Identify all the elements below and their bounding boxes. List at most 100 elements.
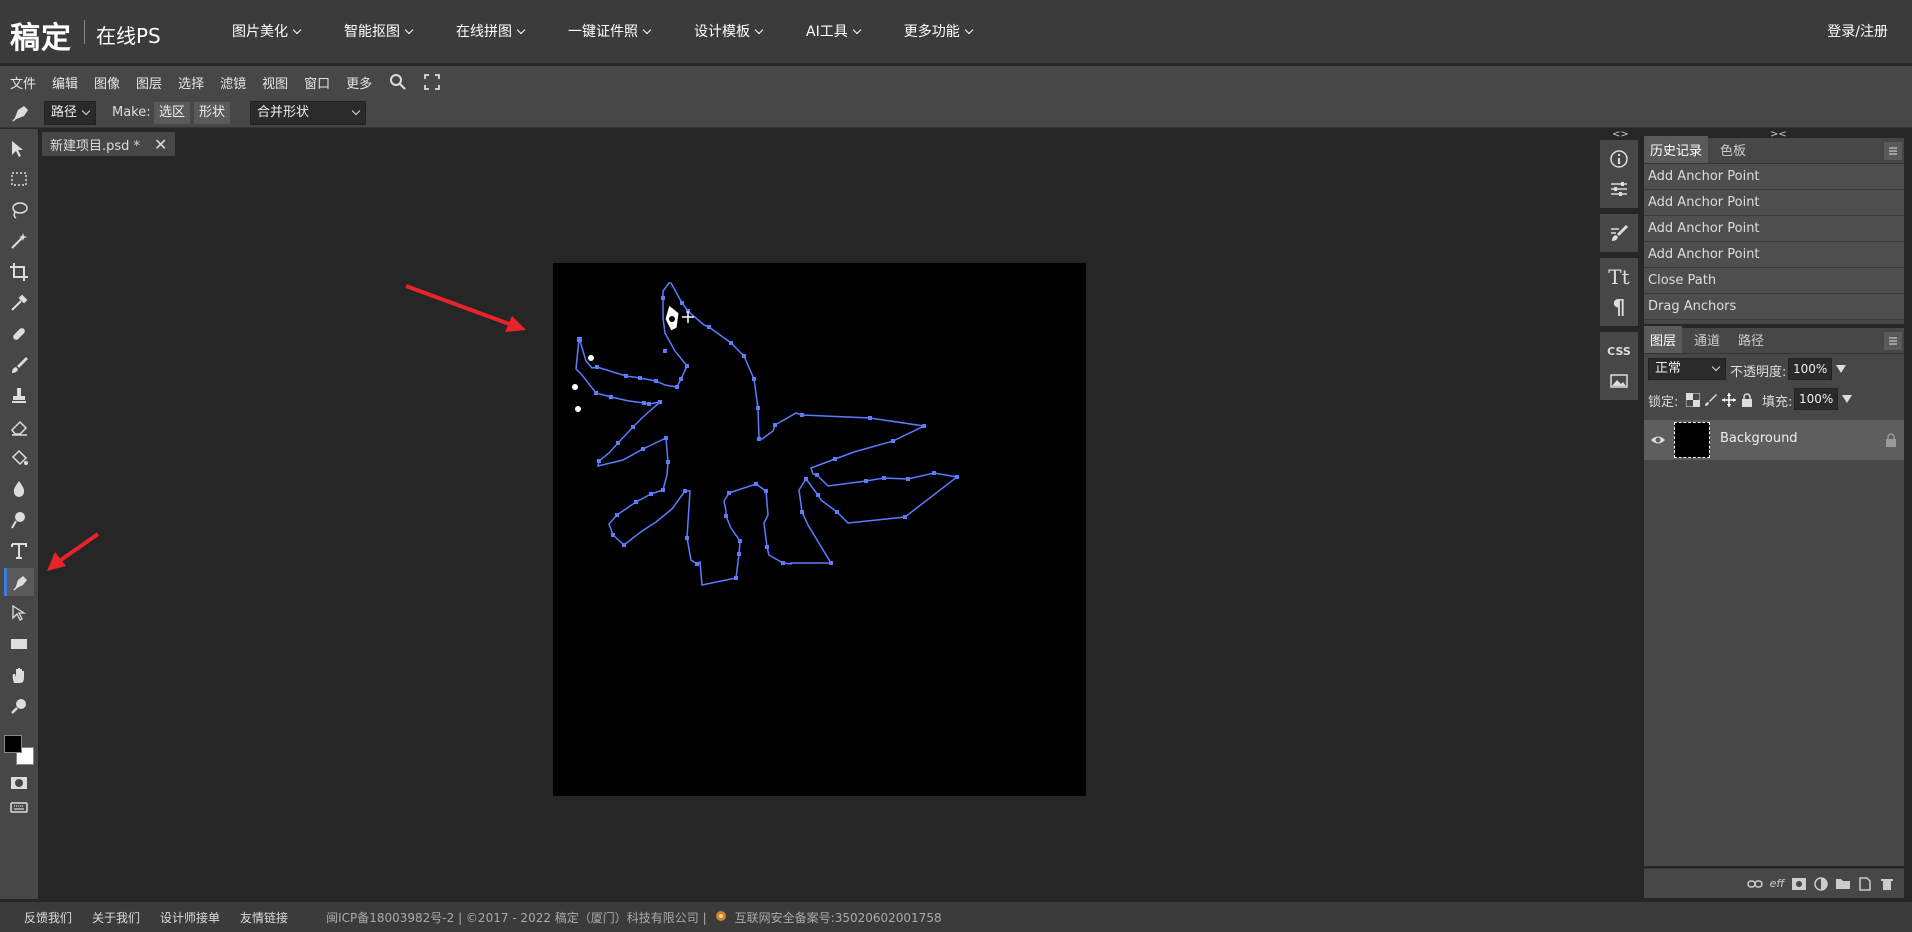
close-icon[interactable]: ✕ (154, 135, 167, 154)
nav-item-image-beautify[interactable]: 图片美化 (232, 0, 302, 64)
blend-mode-select[interactable]: 正常 (1648, 358, 1726, 380)
layer-row-background[interactable]: Background (1644, 420, 1904, 460)
panel-menu-icon[interactable] (1884, 142, 1902, 160)
icon-group-misc: CSS (1600, 332, 1638, 400)
crop-tool-icon[interactable] (4, 258, 34, 286)
brush-tool-icon[interactable] (4, 351, 34, 379)
lock-label: 锁定: (1648, 395, 1679, 410)
history-item[interactable]: Add Anchor Point (1644, 216, 1904, 242)
fill-dropdown-icon[interactable] (1842, 395, 1852, 403)
login-register-link[interactable]: 登录/注册 (1827, 0, 1888, 64)
history-item[interactable]: Close Path (1644, 268, 1904, 294)
hand-tool-icon[interactable] (4, 661, 34, 689)
menu-layer[interactable]: 图层 (136, 73, 162, 92)
footer-link-designer[interactable]: 设计师接单 (160, 909, 220, 926)
history-item[interactable]: Add Anchor Point (1644, 164, 1904, 190)
move-tool-icon[interactable] (4, 135, 34, 163)
collapse-left-icon[interactable]: <> (1612, 129, 1629, 140)
delete-layer-icon[interactable] (1876, 873, 1898, 895)
layer-mask-icon[interactable] (1788, 873, 1810, 895)
dodge-tool-icon[interactable] (4, 506, 34, 534)
document-tab[interactable]: 新建项目.psd * ✕ (42, 132, 176, 156)
css-panel-icon[interactable]: CSS (1600, 336, 1638, 366)
tab-channels[interactable]: 通道 (1688, 326, 1726, 353)
paint-bucket-tool-icon[interactable] (4, 444, 34, 472)
nav-item-id-photo[interactable]: 一键证件照 (568, 0, 652, 64)
adjustment-layer-icon[interactable] (1810, 873, 1832, 895)
logo-subtitle[interactable]: 在线PS (96, 20, 161, 49)
lock-pixels-icon[interactable] (1704, 392, 1718, 406)
search-icon[interactable] (388, 72, 408, 92)
pen-tool-icon[interactable] (4, 568, 34, 596)
image-icon[interactable] (1600, 366, 1638, 396)
brush-settings-icon[interactable] (1600, 218, 1638, 248)
lock-position-icon[interactable] (1722, 392, 1736, 407)
tab-layers[interactable]: 图层 (1644, 326, 1683, 353)
panel-menu-icon[interactable] (1884, 332, 1902, 350)
footer-link-feedback[interactable]: 反馈我们 (24, 909, 72, 926)
history-item[interactable]: Drag Anchors (1644, 294, 1904, 320)
nav-item-ai-tools[interactable]: AI工具 (806, 0, 861, 64)
footer-link-about[interactable]: 关于我们 (92, 909, 140, 926)
menu-more[interactable]: 更多 (346, 73, 372, 92)
chevron-down-icon (516, 25, 526, 35)
layer-effects-icon[interactable]: eff (1766, 873, 1788, 895)
document-tab-title: 新建项目.psd * (50, 138, 141, 154)
tab-paths[interactable]: 路径 (1732, 326, 1770, 353)
link-layers-icon[interactable] (1744, 873, 1766, 895)
foreground-color-swatch[interactable] (4, 735, 22, 753)
info-icon[interactable] (1600, 144, 1638, 174)
make-shape-button[interactable]: 形状 (194, 102, 231, 124)
tab-swatches[interactable]: 色板 (1714, 136, 1752, 163)
menu-file[interactable]: 文件 (10, 73, 36, 92)
opacity-input[interactable]: 100% (1788, 358, 1832, 380)
marquee-tool-icon[interactable] (4, 165, 34, 193)
zoom-tool-icon[interactable] (4, 692, 34, 720)
image-canvas[interactable] (553, 263, 1086, 796)
logo[interactable]: 稿定 (10, 13, 72, 57)
eyedropper-tool-icon[interactable] (4, 289, 34, 317)
nav-item-more[interactable]: 更多功能 (904, 0, 973, 64)
menu-filter[interactable]: 滤镜 (220, 73, 246, 92)
visibility-eye-icon[interactable] (1650, 432, 1666, 448)
footer-police-record[interactable]: 互联网安全备案号:35020602001758 (735, 909, 942, 926)
rectangle-tool-icon[interactable] (4, 630, 34, 658)
lock-transparency-icon[interactable] (1685, 392, 1701, 408)
nav-item-collage[interactable]: 在线拼图 (456, 0, 526, 64)
adjustments-icon[interactable] (1600, 174, 1638, 204)
character-panel-icon[interactable]: Tt (1600, 262, 1638, 292)
lock-all-icon[interactable] (1740, 392, 1754, 407)
healing-brush-tool-icon[interactable] (4, 320, 34, 348)
history-item[interactable]: Add Anchor Point (1644, 242, 1904, 268)
path-mode-select[interactable]: 路径 (44, 101, 96, 125)
lasso-tool-icon[interactable] (4, 196, 34, 224)
menu-select[interactable]: 选择 (178, 73, 204, 92)
combine-shape-select[interactable]: 合并形状 (250, 101, 366, 125)
menu-view[interactable]: 视图 (262, 73, 288, 92)
keyboard-icon[interactable] (4, 793, 34, 821)
menu-window[interactable]: 窗口 (304, 73, 330, 92)
clone-stamp-tool-icon[interactable] (4, 382, 34, 410)
type-tool-icon[interactable] (4, 537, 34, 565)
blur-tool-icon[interactable] (4, 475, 34, 503)
menu-edit[interactable]: 编辑 (52, 73, 78, 92)
fill-input[interactable]: 100% (1794, 388, 1838, 410)
paragraph-panel-icon[interactable]: ¶ (1600, 292, 1638, 322)
nav-item-smart-cutout[interactable]: 智能抠图 (344, 0, 414, 64)
fullscreen-icon[interactable] (422, 72, 442, 92)
magic-wand-tool-icon[interactable] (4, 227, 34, 255)
tab-history[interactable]: 历史记录 (1644, 136, 1709, 163)
history-item[interactable]: Add Anchor Point (1644, 190, 1904, 216)
nav-item-templates[interactable]: 设计模板 (694, 0, 764, 64)
new-layer-icon[interactable] (1854, 873, 1876, 895)
new-group-icon[interactable] (1832, 873, 1854, 895)
footer-link-friends[interactable]: 友情链接 (240, 909, 288, 926)
path-selection-tool-icon[interactable] (4, 599, 34, 627)
make-selection-button[interactable]: 选区 (154, 102, 191, 124)
layers-tabs: 图层 通道 路径 (1644, 326, 1904, 354)
opacity-dropdown-icon[interactable] (1836, 365, 1846, 373)
eraser-tool-icon[interactable] (4, 413, 34, 441)
footer-icp[interactable]: 闽ICP备18003982号-2 | ©2017 - 2022 稿定（厦门）科技… (326, 909, 707, 926)
menu-image[interactable]: 图像 (94, 73, 120, 92)
nav-label: 智能抠图 (344, 24, 400, 40)
